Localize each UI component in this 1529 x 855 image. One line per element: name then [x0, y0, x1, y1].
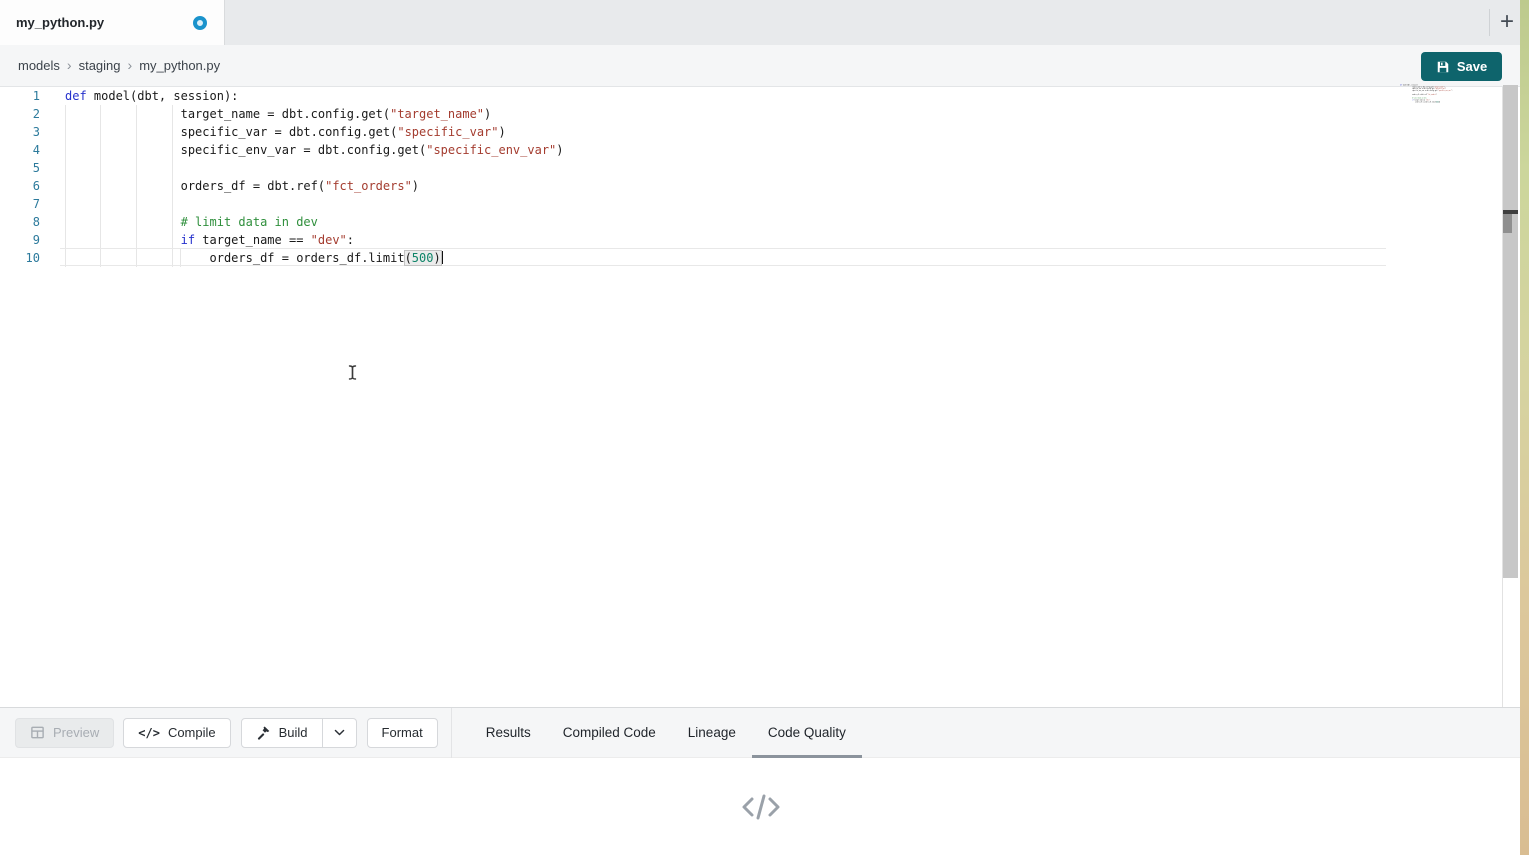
build-options-button[interactable] — [323, 718, 357, 748]
vertical-scrollbar[interactable] — [1503, 85, 1518, 578]
code-text: orders_df = dbt.ref("fct_orders") — [65, 177, 419, 195]
line-number: 8 — [0, 213, 40, 231]
file-tab-title: my_python.py — [16, 15, 104, 30]
code-text: specific_env_var = dbt.config.get("speci… — [1400, 90, 1452, 92]
ide-window: my_python.py + models › staging › my_python.… — [0, 0, 1529, 855]
bracket-match-highlight: (500) — [405, 251, 441, 265]
preview-button-label: Preview — [53, 725, 99, 740]
code-text: # limit data in dev — [65, 213, 318, 231]
new-tab-button[interactable]: + — [1492, 7, 1522, 37]
preview-button[interactable]: Preview — [15, 718, 114, 748]
text-cursor-pointer-icon — [346, 364, 359, 386]
code-text: def model(dbt, session): — [65, 87, 238, 105]
minimap[interactable]: def model(dbt, session): target_name = d… — [1400, 84, 1462, 144]
compile-button-label: Compile — [168, 725, 216, 740]
line-number: 4 — [0, 141, 40, 159]
unsaved-changes-icon — [193, 16, 207, 30]
panel-empty-state — [0, 758, 1521, 855]
table-icon — [30, 725, 45, 740]
file-tab-bar: my_python.py + — [0, 0, 1521, 45]
line-number: 6 — [0, 177, 40, 195]
code-text: target_name = dbt.config.get("target_nam… — [65, 105, 491, 123]
code-icon: </> — [138, 726, 160, 740]
code-area[interactable]: 1def model(dbt, session):2 target_name =… — [0, 87, 1400, 267]
code-line[interactable]: 7 — [0, 195, 1400, 213]
build-button[interactable]: Build — [241, 718, 323, 748]
code-line[interactable]: 5 — [0, 159, 1400, 177]
divider — [451, 708, 452, 758]
code-placeholder-icon — [739, 791, 783, 823]
line-number: 7 — [0, 195, 40, 213]
breadcrumb-bar: models › staging › my_python.py — [0, 45, 1521, 87]
panel-tab-bar: ResultsCompiled CodeLineageCode Quality — [470, 708, 862, 758]
format-button-label: Format — [382, 725, 423, 740]
code-line[interactable]: 8 # limit data in dev — [0, 213, 1400, 231]
format-button[interactable]: Format — [367, 718, 438, 748]
line-number: 1 — [0, 87, 40, 105]
breadcrumb-item[interactable]: my_python.py — [139, 58, 220, 73]
save-floppy-icon — [1436, 60, 1450, 74]
panel-tab-code-quality[interactable]: Code Quality — [752, 708, 862, 758]
chevron-down-icon — [333, 726, 346, 739]
code-text: orders_df = orders_df.limit(500) — [1400, 101, 1440, 103]
build-button-label: Build — [279, 725, 308, 740]
save-button[interactable]: Save — [1421, 52, 1502, 81]
code-line[interactable]: 1 def model(dbt, session): — [0, 87, 1400, 105]
line-number: 5 — [0, 159, 40, 177]
code-editor[interactable]: 1def model(dbt, session):2 target_name =… — [0, 87, 1521, 707]
breadcrumb-item[interactable]: models — [18, 58, 60, 73]
code-line[interactable]: 9 if target_name == "dev": — [0, 231, 1400, 249]
code-text: if target_name == "dev": — [65, 231, 354, 249]
bottom-panel: Preview </> Compile Build — [0, 707, 1521, 855]
invocation-toolbar: Preview </> Compile Build — [0, 708, 1521, 758]
chevron-right-icon: › — [67, 57, 72, 73]
line-number: 2 — [0, 105, 40, 123]
hammer-icon — [256, 725, 271, 740]
code-line[interactable]: 3 specific_var = dbt.config.get("specifi… — [0, 123, 1400, 141]
minimap-content: def model(dbt, session): target_name = d… — [1400, 84, 1462, 103]
line-number: 10 — [0, 249, 40, 267]
compile-button[interactable]: </> Compile — [123, 718, 230, 748]
desktop-wallpaper-strip — [1520, 0, 1529, 855]
divider — [1489, 9, 1490, 36]
breadcrumb-item[interactable]: staging — [79, 58, 121, 73]
code-text: specific_env_var = dbt.config.get("speci… — [65, 141, 564, 159]
code-line: orders_df = orders_df.limit(500) — [1400, 101, 1462, 103]
panel-tab-lineage[interactable]: Lineage — [672, 708, 752, 758]
scrollbar-thumb-body[interactable] — [1503, 214, 1512, 233]
line-number: 3 — [0, 123, 40, 141]
chevron-right-icon: › — [128, 57, 133, 73]
code-line[interactable]: 6 orders_df = dbt.ref("fct_orders") — [0, 177, 1400, 195]
text-caret — [441, 251, 443, 264]
code-line[interactable]: 4 specific_env_var = dbt.config.get("spe… — [0, 141, 1400, 159]
save-button-label: Save — [1457, 59, 1487, 74]
code-text: orders_df = dbt.ref("fct_orders") — [1400, 93, 1437, 95]
panel-tab-results[interactable]: Results — [470, 708, 547, 758]
code-line[interactable]: 2 target_name = dbt.config.get("target_n… — [0, 105, 1400, 123]
code-text: specific_var = dbt.config.get("specific_… — [65, 123, 506, 141]
panel-tab-compiled-code[interactable]: Compiled Code — [547, 708, 672, 758]
code-text: orders_df = orders_df.limit(500) — [65, 249, 443, 267]
file-tab-my-python[interactable]: my_python.py — [0, 0, 225, 45]
line-number: 9 — [0, 231, 40, 249]
code-line[interactable]: 10 orders_df = orders_df.limit(500) — [0, 249, 1400, 267]
breadcrumb: models › staging › my_python.py — [18, 57, 220, 75]
